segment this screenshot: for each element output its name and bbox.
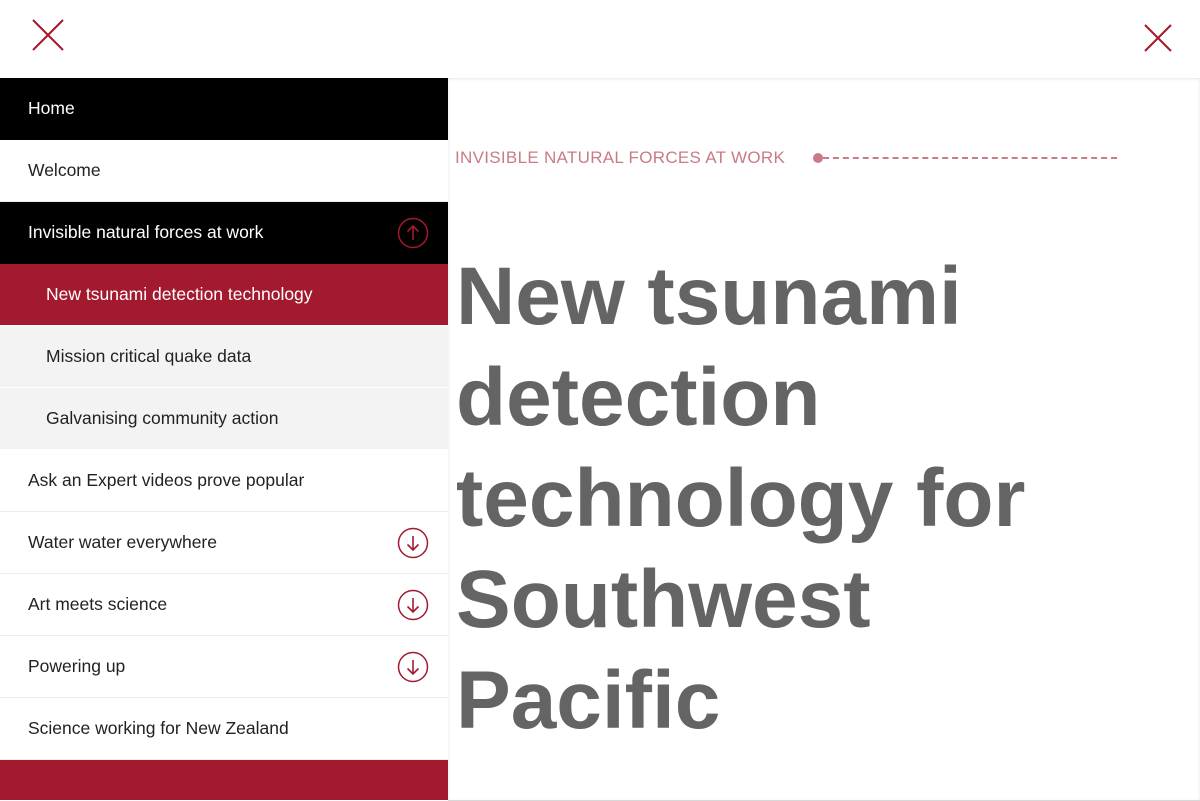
nav-item-label: Home <box>28 98 75 118</box>
nav-item-galvanising-community-action[interactable]: Galvanising community action <box>0 388 448 450</box>
nav-item-art-meets-science[interactable]: Art meets science <box>0 574 448 636</box>
page-title: New tsunami detection technology for Sou… <box>456 246 1096 751</box>
section-eyebrow-label: INVISIBLE NATURAL FORCES AT WORK <box>455 148 786 167</box>
page-title-line: technology for <box>456 453 1026 544</box>
nav-item-label: New tsunami detection technology <box>46 284 313 304</box>
section-eyebrow: INVISIBLE NATURAL FORCES AT WORK <box>455 148 1117 168</box>
nav-item-welcome[interactable]: Welcome <box>0 140 448 202</box>
nav-item-label: Welcome <box>28 160 101 180</box>
close-icon <box>32 19 64 51</box>
page-title-line: Southwest <box>456 554 871 645</box>
nav-item-ask-an-expert[interactable]: Ask an Expert videos prove popular <box>0 450 448 512</box>
arrow-down-circle-icon <box>397 527 429 559</box>
nav-item-label: Invisible natural forces at work <box>28 222 264 242</box>
nav-item-invisible-natural-forces[interactable]: Invisible natural forces at work <box>0 202 448 264</box>
article-content: INVISIBLE NATURAL FORCES AT WORK New tsu… <box>448 78 1200 801</box>
close-menu-button[interactable] <box>28 15 68 55</box>
eyebrow-dashed-line <box>823 157 1117 159</box>
nav-item-science-working-for-nz[interactable]: Science working for New Zealand <box>0 698 448 760</box>
page-title-line: Pacific <box>456 655 721 746</box>
arrow-up-circle-icon <box>397 217 429 249</box>
nav-item-powering-up[interactable]: Powering up <box>0 636 448 698</box>
nav-item-label: Ask an Expert videos prove popular <box>28 470 305 490</box>
arrow-down-circle-icon <box>397 651 429 683</box>
nav-item-label: Powering up <box>28 656 126 676</box>
nav-item-label: Galvanising community action <box>46 408 279 428</box>
close-page-button[interactable] <box>1138 18 1178 58</box>
sidebar-nav: Home Welcome Invisible natural forces at… <box>0 78 448 800</box>
collapse-section-button[interactable] <box>397 217 429 249</box>
expand-section-button[interactable] <box>397 651 429 683</box>
nav-item-home[interactable]: Home <box>0 78 448 140</box>
sidebar-footer-bar <box>0 760 448 800</box>
nav-item-new-tsunami-detection[interactable]: New tsunami detection technology <box>0 264 448 326</box>
eyebrow-dot <box>813 153 823 163</box>
top-bar <box>0 0 1200 78</box>
arrow-down-circle-icon <box>397 589 429 621</box>
close-icon <box>1144 24 1172 52</box>
nav-item-label: Science working for New Zealand <box>28 718 289 738</box>
page-title-line: New tsunami <box>456 251 962 342</box>
nav-item-label: Water water everywhere <box>28 532 217 552</box>
nav-item-water-water-everywhere[interactable]: Water water everywhere <box>0 512 448 574</box>
nav-item-mission-critical-quake-data[interactable]: Mission critical quake data <box>0 326 448 388</box>
page-title-line: detection <box>456 352 821 443</box>
expand-section-button[interactable] <box>397 527 429 559</box>
nav-item-label: Mission critical quake data <box>46 346 252 366</box>
nav-item-label: Art meets science <box>28 594 168 614</box>
expand-section-button[interactable] <box>397 589 429 621</box>
